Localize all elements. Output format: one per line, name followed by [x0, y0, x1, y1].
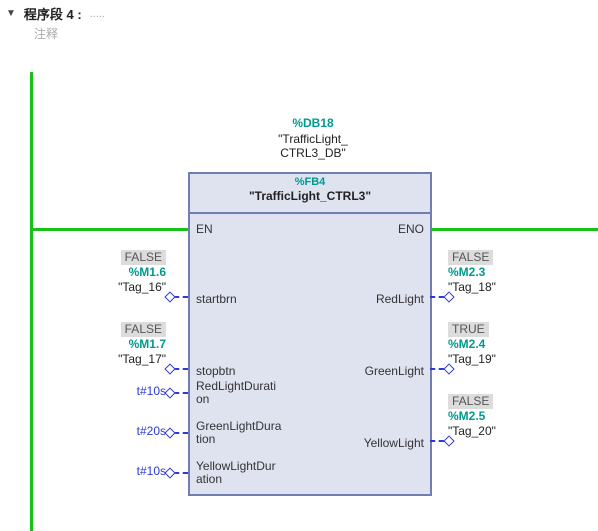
conn-marker [164, 467, 175, 478]
operand-address: %M1.7 [129, 337, 166, 351]
pin-yellow-dur-l2: ation [196, 472, 222, 486]
operand-tag: "Tag_20" [448, 424, 496, 438]
collapse-toggle-icon[interactable]: ▼ [6, 8, 16, 19]
fb-header: %FB4 "TrafficLight_CTRL3" [190, 174, 430, 214]
instance-db-name: "TrafficLight_ CTRL3_DB" [243, 132, 383, 160]
wire-en [32, 228, 188, 231]
pin-stopbtn: stopbtn [196, 364, 235, 378]
value-badge: TRUE [448, 322, 489, 337]
stub-yellow-out [430, 440, 444, 442]
time-literal: t#10s [137, 384, 166, 398]
pin-red-duration: RedLightDurati on [196, 380, 276, 406]
instance-db-name-l2: CTRL3_DB" [280, 146, 346, 160]
pin-eno: ENO [398, 222, 424, 236]
power-rail [30, 72, 33, 531]
operand-address: %M1.6 [129, 265, 166, 279]
operand-tag: "Tag_16" [118, 280, 166, 294]
conn-marker [164, 387, 175, 398]
pin-green-dur-l2: tion [196, 432, 215, 446]
pin-green-duration: GreenLightDura tion [196, 420, 281, 446]
stub-green-dur [174, 432, 188, 434]
operand-yellowlight[interactable]: FALSE %M2.5 "Tag_20" [448, 394, 588, 439]
pin-greenlight: GreenLight [365, 364, 424, 378]
network-title-suffix: ..... [90, 8, 105, 20]
value-badge: FALSE [448, 250, 493, 265]
operand-startbrn[interactable]: FALSE %M1.6 "Tag_16" [18, 250, 166, 295]
value-badge: FALSE [121, 322, 166, 337]
stub-red-out [430, 296, 444, 298]
stub-red-dur [174, 392, 188, 394]
value-badge: FALSE [121, 250, 166, 265]
pin-red-dur-l1: RedLightDurati [196, 379, 276, 393]
operand-redlight[interactable]: FALSE %M2.3 "Tag_18" [448, 250, 588, 295]
operand-yellow-dur[interactable]: t#10s [18, 464, 166, 479]
conn-marker [164, 291, 175, 302]
conn-marker [164, 427, 175, 438]
fb-name: "TrafficLight_CTRL3" [190, 189, 430, 204]
pin-yellow-duration: YellowLightDur ation [196, 460, 276, 486]
stub-green-out [430, 368, 444, 370]
network-comment[interactable]: 注释 [6, 23, 592, 48]
network-header: ▼ 程序段 4 : ..... 注释 [0, 0, 598, 50]
stub-yellow-dur [174, 472, 188, 474]
instance-db-name-l1: "TrafficLight_ [278, 132, 348, 146]
operand-greenlight[interactable]: TRUE %M2.4 "Tag_19" [448, 322, 588, 367]
pin-green-dur-l1: GreenLightDura [196, 419, 281, 433]
pin-yellowlight: YellowLight [364, 436, 424, 450]
time-literal: t#10s [137, 464, 166, 478]
pin-startbrn: startbrn [196, 292, 237, 306]
plc-network-editor: { "header": { "network_title": "程序段 4 :"… [0, 0, 598, 531]
instance-db-address: %DB18 [243, 116, 383, 130]
value-badge: FALSE [448, 394, 493, 409]
operand-address: %M2.4 [448, 337, 485, 351]
pin-en: EN [196, 222, 213, 236]
fb-address: %FB4 [190, 176, 430, 189]
operand-stopbtn[interactable]: FALSE %M1.7 "Tag_17" [18, 322, 166, 367]
conn-marker [164, 363, 175, 374]
ladder-canvas[interactable]: %DB18 "TrafficLight_ CTRL3_DB" %FB4 "Tra… [18, 60, 598, 531]
pin-red-dur-l2: on [196, 392, 209, 406]
stub-stopbtn [174, 368, 188, 370]
network-title-row[interactable]: ▼ 程序段 4 : ..... [6, 4, 592, 23]
wire-eno [430, 228, 598, 231]
operand-green-dur[interactable]: t#20s [18, 424, 166, 439]
operand-tag: "Tag_17" [118, 352, 166, 366]
operand-tag: "Tag_19" [448, 352, 496, 366]
stub-startbrn [174, 296, 188, 298]
time-literal: t#20s [137, 424, 166, 438]
operand-address: %M2.5 [448, 409, 485, 423]
pin-yellow-dur-l1: YellowLightDur [196, 459, 276, 473]
operand-tag: "Tag_18" [448, 280, 496, 294]
pin-redlight: RedLight [376, 292, 424, 306]
operand-red-dur[interactable]: t#10s [18, 384, 166, 399]
operand-address: %M2.3 [448, 265, 485, 279]
fb-call-box[interactable]: %FB4 "TrafficLight_CTRL3" EN ENO startbr… [188, 172, 432, 496]
network-title: 程序段 4 : [24, 4, 82, 23]
